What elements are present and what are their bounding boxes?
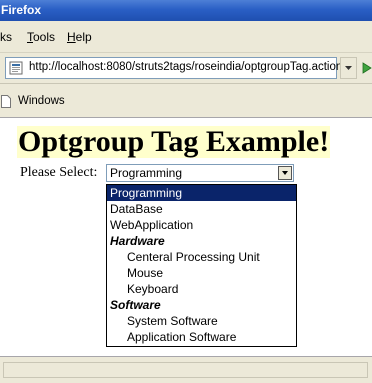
bookmarks-toolbar: Windows bbox=[0, 84, 372, 118]
status-panel bbox=[3, 362, 368, 378]
select-label: Please Select: bbox=[20, 165, 98, 180]
option-keyboard[interactable]: Keyboard bbox=[107, 281, 296, 297]
chevron-down-icon bbox=[345, 66, 352, 70]
optgroup-select[interactable]: Programming bbox=[106, 164, 294, 182]
option-application-software[interactable]: Application Software bbox=[107, 329, 296, 345]
optgroup-software: Software bbox=[110, 298, 161, 312]
page-content: Optgroup Tag Example! Please Select: Pro… bbox=[0, 118, 372, 356]
bookmark-windows[interactable]: Windows bbox=[18, 95, 65, 107]
navigation-toolbar: http://localhost:8080/struts2tags/rosein… bbox=[0, 53, 372, 84]
option-webapplication[interactable]: WebApplication bbox=[107, 217, 296, 233]
option-central-processing-unit[interactable]: Centeral Processing Unit bbox=[107, 249, 296, 265]
menu-item-label: ks bbox=[0, 30, 12, 44]
address-bar[interactable]: http://localhost:8080/struts2tags/rosein… bbox=[5, 57, 342, 79]
menu-item-help[interactable]: Help bbox=[67, 30, 92, 44]
optgroup-hardware: Hardware bbox=[110, 234, 165, 248]
page-icon bbox=[1, 95, 11, 108]
select-dropdown-list: Programming DataBase WebApplication Hard… bbox=[106, 184, 297, 347]
option-programming[interactable]: Programming bbox=[107, 185, 296, 201]
option-system-software[interactable]: System Software bbox=[107, 313, 296, 329]
menu-item-label: ools bbox=[33, 30, 56, 44]
status-bar bbox=[0, 356, 372, 383]
menu-accel: H bbox=[67, 30, 76, 44]
menu-item-tools[interactable]: Tools bbox=[27, 30, 55, 44]
menu-bar: ks Tools Help bbox=[0, 21, 372, 53]
page-icon bbox=[9, 61, 23, 75]
window-titlebar[interactable]: Firefox bbox=[0, 0, 372, 21]
option-database[interactable]: DataBase bbox=[107, 201, 296, 217]
page-heading: Optgroup Tag Example! bbox=[17, 125, 331, 158]
menu-item-label: elp bbox=[75, 30, 92, 44]
go-arrow-icon[interactable] bbox=[362, 62, 372, 74]
address-dropdown-button[interactable] bbox=[340, 57, 357, 79]
window-title: Firefox bbox=[1, 3, 42, 17]
menu-item-bookmarks[interactable]: ks bbox=[0, 30, 12, 44]
select-value: Programming bbox=[110, 166, 183, 180]
chevron-down-icon[interactable] bbox=[278, 166, 292, 180]
address-url: http://localhost:8080/struts2tags/rosein… bbox=[29, 61, 343, 73]
option-mouse[interactable]: Mouse bbox=[107, 265, 296, 281]
